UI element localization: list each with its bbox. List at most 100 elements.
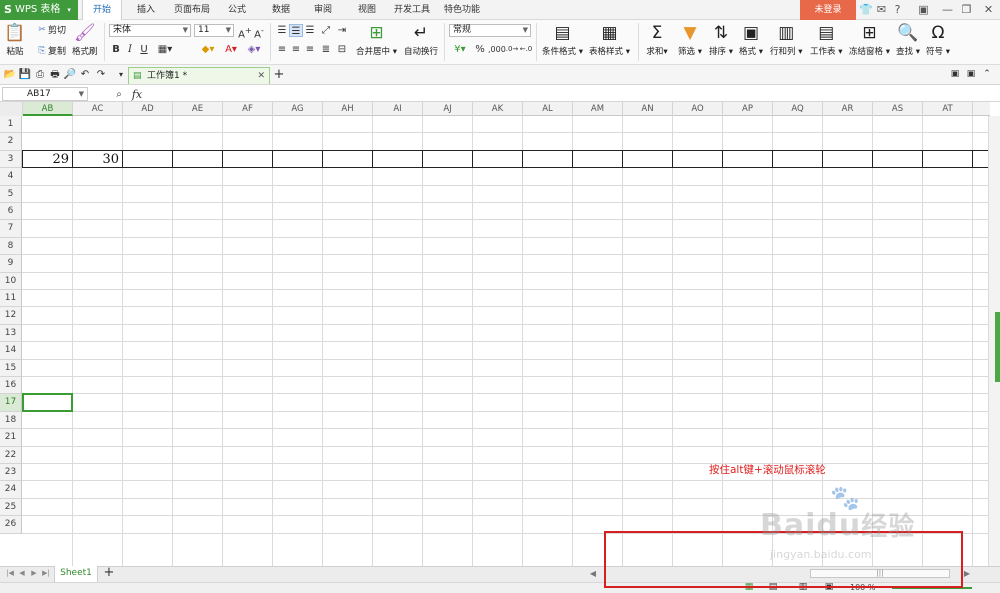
column-header-ac[interactable]: AC: [73, 102, 123, 116]
font-color-button[interactable]: A▾: [221, 43, 241, 56]
row-header-24[interactable]: 24: [0, 481, 22, 499]
tab-view[interactable]: 视图: [352, 0, 382, 20]
fill-color-button[interactable]: ◆▾: [198, 43, 218, 56]
customize-dropdown-icon[interactable]: ▾: [114, 68, 128, 81]
new-tab-icon[interactable]: +: [272, 68, 286, 81]
bold-button[interactable]: B: [109, 43, 123, 56]
print-preview-icon[interactable]: 🔎: [63, 68, 77, 81]
currency-button[interactable]: ¥▾: [450, 43, 470, 56]
row-header-17[interactable]: 17: [0, 394, 22, 412]
open-icon[interactable]: 📂: [3, 68, 17, 81]
decrease-decimal-icon[interactable]: ←.0: [519, 43, 533, 56]
print-icon[interactable]: 🖶: [48, 68, 62, 81]
row-header-8[interactable]: 8: [0, 237, 22, 256]
wrap-text-button[interactable]: ↵ 自动换行: [404, 22, 438, 57]
collapse-ribbon-icon[interactable]: ⌃: [980, 68, 994, 81]
column-header-aj[interactable]: AJ: [423, 102, 473, 116]
sort-button[interactable]: ⇅ 排序 ▾: [709, 22, 733, 57]
row-header-5[interactable]: 5: [0, 185, 22, 203]
increase-decimal-icon[interactable]: .0→: [505, 43, 519, 56]
help-icon[interactable]: ?: [891, 3, 904, 16]
redo-icon[interactable]: ↷: [94, 68, 108, 81]
row-header-21[interactable]: 21: [0, 429, 22, 447]
comma-style-icon[interactable]: ,000: [488, 43, 506, 56]
zoom-search-icon[interactable]: ⌕: [112, 88, 126, 101]
feedback-icon[interactable]: ✉: [875, 3, 888, 16]
tab-insert[interactable]: 插入: [130, 0, 162, 20]
row-header-22[interactable]: 22: [0, 446, 22, 464]
last-sheet-icon[interactable]: ▶|: [39, 567, 53, 580]
column-header-as[interactable]: AS: [873, 102, 923, 116]
undo-icon[interactable]: ↶: [78, 68, 92, 81]
row-header-1[interactable]: 1: [0, 116, 22, 134]
name-box[interactable]: AB17 ▼: [2, 87, 88, 101]
tab-review[interactable]: 审阅: [308, 0, 338, 20]
align-right-icon[interactable]: ≡: [303, 43, 317, 56]
maximize-icon[interactable]: ❐: [960, 3, 973, 16]
restore-window-icon[interactable]: ▣: [917, 3, 930, 16]
align-middle-icon[interactable]: ☰: [289, 24, 303, 37]
clear-format-button[interactable]: ◈▾: [244, 43, 264, 56]
symbol-button[interactable]: Ω 符号 ▾: [926, 22, 950, 57]
formula-input[interactable]: [156, 87, 996, 101]
justify-icon[interactable]: ≣: [319, 43, 333, 56]
app-menu-button[interactable]: S WPS 表格 ▾: [0, 0, 78, 20]
conditional-format-button[interactable]: ▤ 条件格式 ▾: [542, 22, 583, 57]
tab-developer[interactable]: 开发工具: [390, 0, 434, 20]
row-header-25[interactable]: 25: [0, 498, 22, 517]
tab-special[interactable]: 特色功能: [440, 0, 484, 20]
column-header-ak[interactable]: AK: [473, 102, 523, 116]
italic-button[interactable]: I: [123, 43, 137, 56]
column-header-ap[interactable]: AP: [723, 102, 773, 116]
tab-formulas[interactable]: 公式: [222, 0, 252, 20]
orientation-icon[interactable]: ⤢: [319, 24, 333, 37]
column-header-al[interactable]: AL: [523, 102, 573, 116]
align-left-icon[interactable]: ≡: [275, 43, 289, 56]
column-header-ag[interactable]: AG: [273, 102, 323, 116]
select-all-corner[interactable]: [0, 102, 23, 116]
row-header-23[interactable]: 23: [0, 464, 22, 482]
table-style-button[interactable]: ▦ 表格样式 ▾: [589, 22, 630, 57]
format-painter-button[interactable]: 🖌 格式刷: [72, 22, 98, 57]
row-header-9[interactable]: 9: [0, 255, 22, 273]
ribbon-option-icon[interactable]: ▣: [948, 68, 962, 81]
document-tab[interactable]: ▤ 工作簿1 * ✕: [128, 67, 270, 84]
copy-button[interactable]: ⎘ 复制: [36, 44, 66, 58]
ribbon-option-icon[interactable]: ▣: [964, 68, 978, 81]
freeze-panes-button[interactable]: ⊞ 冻结窗格 ▾: [849, 22, 890, 57]
font-size-select[interactable]: 11 ▼: [194, 24, 234, 37]
merge-center-button[interactable]: ⊞ 合并居中 ▾: [356, 22, 397, 57]
column-header-ah[interactable]: AH: [323, 102, 373, 116]
tab-page-layout[interactable]: 页面布局: [170, 0, 214, 20]
autosum-button[interactable]: Σ 求和▾: [646, 22, 668, 57]
column-header-ab[interactable]: AB: [23, 102, 73, 116]
increase-font-icon[interactable]: A+: [238, 24, 252, 40]
column-header-an[interactable]: AN: [623, 102, 673, 116]
indent-icon[interactable]: ⇥: [335, 24, 349, 37]
skin-icon[interactable]: 👕: [859, 3, 873, 16]
side-panel-toggle[interactable]: [995, 312, 1000, 382]
cut-button[interactable]: ✂ 剪切: [36, 23, 66, 37]
format-button[interactable]: ▣ 格式 ▾: [739, 22, 763, 57]
filter-button[interactable]: ▼ 筛选 ▾: [678, 22, 702, 57]
align-bottom-icon[interactable]: ☰: [303, 24, 317, 37]
column-header-aq[interactable]: AQ: [773, 102, 823, 116]
align-center-icon[interactable]: ≡: [289, 43, 303, 56]
close-icon[interactable]: ✕: [982, 3, 995, 16]
cell-ac3[interactable]: 30: [72, 151, 122, 168]
row-header-14[interactable]: 14: [0, 342, 22, 360]
column-header-ai[interactable]: AI: [373, 102, 423, 116]
column-header-ao[interactable]: AO: [673, 102, 723, 116]
find-button[interactable]: 🔍 查找 ▾: [896, 22, 920, 57]
align-top-icon[interactable]: ☰: [275, 24, 289, 37]
column-header-ae[interactable]: AE: [173, 102, 223, 116]
column-header-ar[interactable]: AR: [823, 102, 873, 116]
export-pdf-icon[interactable]: ⎙: [33, 68, 47, 81]
row-header-2[interactable]: 2: [0, 133, 22, 151]
cell-ab3[interactable]: 29: [22, 151, 72, 168]
worksheet-button[interactable]: ▤ 工作表 ▾: [810, 22, 842, 57]
column-header-ad[interactable]: AD: [123, 102, 173, 116]
column-header-at[interactable]: AT: [923, 102, 973, 116]
row-header-3[interactable]: 3: [0, 150, 22, 169]
number-format-select[interactable]: 常规 ▼: [449, 24, 531, 37]
